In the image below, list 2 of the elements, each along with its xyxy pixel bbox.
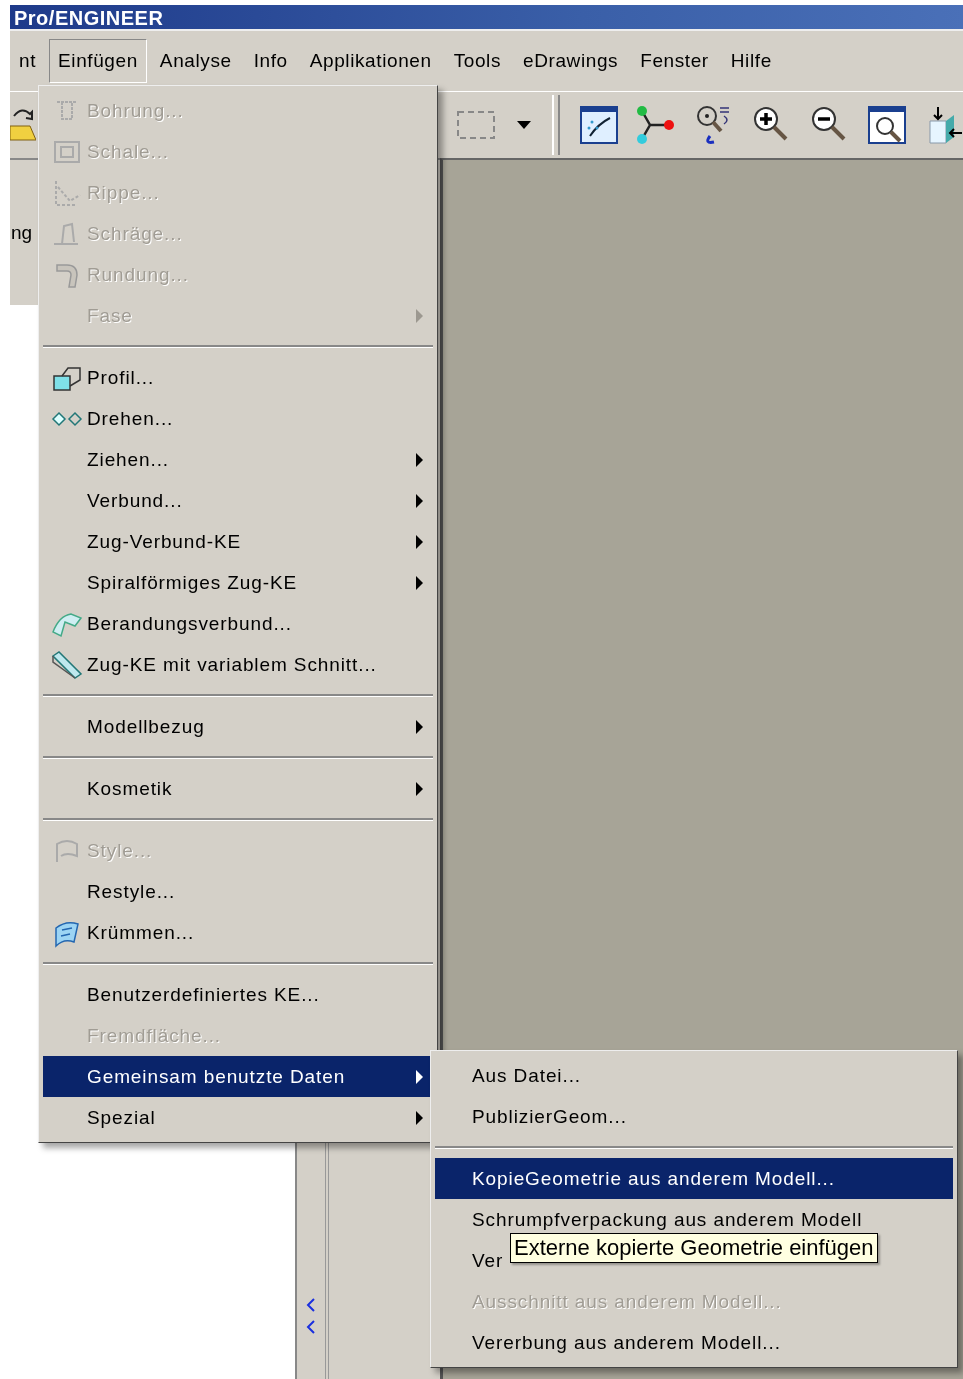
window-title: Pro/ENGINEER	[14, 7, 164, 29]
tooltip: Externe kopierte Geometrie einfügen	[510, 1233, 878, 1263]
